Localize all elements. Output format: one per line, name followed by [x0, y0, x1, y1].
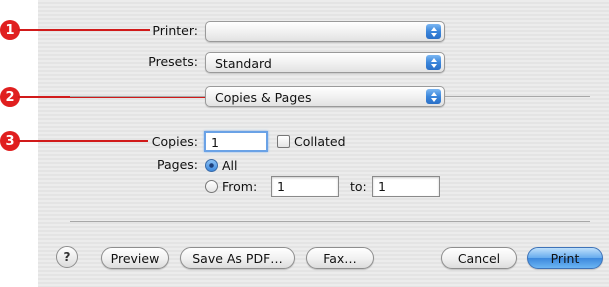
- callout-1: 1: [0, 20, 150, 40]
- preview-button[interactable]: Preview: [101, 247, 169, 269]
- pages-label: Pages:: [157, 157, 198, 172]
- callout-number-1: 1: [0, 20, 20, 40]
- presets-value: Standard: [215, 56, 272, 71]
- pages-all-radio[interactable]: [205, 159, 218, 172]
- pages-from-radio[interactable]: [205, 180, 218, 193]
- callout-number-3: 3: [0, 131, 20, 151]
- printer-popup[interactable]: [205, 21, 445, 42]
- separator-left: [70, 96, 205, 97]
- printer-label: Printer:: [152, 23, 198, 38]
- presets-popup[interactable]: Standard: [205, 52, 445, 73]
- pages-to-field[interactable]: 1: [372, 176, 440, 197]
- cancel-button[interactable]: Cancel: [441, 247, 517, 269]
- pages-from-label: From:: [222, 179, 258, 194]
- callout-line-3: [18, 140, 148, 142]
- panel-value: Copies & Pages: [215, 90, 312, 105]
- popup-arrows-icon: [426, 24, 441, 39]
- callout-line-1: [18, 29, 150, 31]
- panel-popup[interactable]: Copies & Pages: [205, 86, 445, 107]
- bottom-separator: [70, 221, 590, 222]
- fax-button[interactable]: Fax…: [306, 247, 374, 269]
- print-button[interactable]: Print: [527, 247, 603, 269]
- popup-arrows-icon: [426, 55, 441, 70]
- presets-label: Presets:: [148, 54, 198, 69]
- collated-checkbox[interactable]: [277, 135, 290, 148]
- copies-field[interactable]: 1: [204, 131, 268, 152]
- callout-3: 3: [0, 131, 148, 151]
- help-button[interactable]: ?: [56, 246, 78, 268]
- callout-number-2: 2: [0, 87, 20, 107]
- separator-right: [445, 96, 590, 97]
- pages-all-label: All: [222, 158, 238, 173]
- popup-arrows-icon: [426, 89, 441, 104]
- callout-2: 2: [0, 87, 205, 107]
- pages-to-label: to:: [350, 179, 367, 194]
- copies-label: Copies:: [151, 134, 198, 149]
- save-as-pdf-button[interactable]: Save As PDF…: [180, 247, 295, 269]
- pages-from-field[interactable]: 1: [271, 176, 339, 197]
- collated-label: Collated: [294, 134, 346, 149]
